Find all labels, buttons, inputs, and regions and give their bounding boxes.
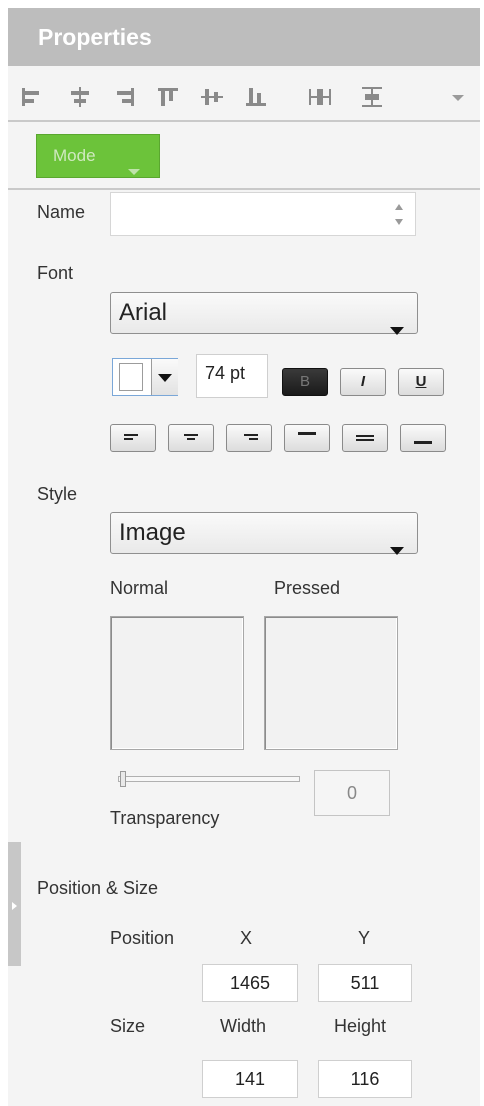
- position-x-value: 1465: [229, 973, 271, 993]
- font-size-input[interactable]: 74 pt: [196, 354, 268, 398]
- text-align-center-button[interactable]: [168, 424, 214, 452]
- panel-title: Properties: [8, 8, 480, 66]
- position-label: Position: [110, 928, 175, 948]
- size-width-input[interactable]: 141: [202, 1060, 298, 1098]
- name-field[interactable]: [110, 192, 416, 236]
- text-align-left-button[interactable]: [110, 424, 156, 452]
- transparency-value: 0: [314, 770, 390, 816]
- valign-bottom-icon: [414, 441, 432, 444]
- transparency-label: Transparency: [110, 808, 220, 828]
- distribute-v-icon[interactable]: [360, 86, 384, 108]
- normal-image-picker[interactable]: [110, 616, 244, 750]
- style-value: Image: [119, 519, 186, 546]
- chevron-down-icon: [151, 359, 178, 395]
- font-color-picker[interactable]: [112, 358, 178, 396]
- align-right-icon[interactable]: [112, 86, 136, 108]
- font-family-value: Arial: [119, 299, 168, 326]
- size-label: Size: [110, 1016, 146, 1036]
- align-left-icon: [124, 434, 138, 440]
- position-y-input[interactable]: 511: [318, 964, 412, 1002]
- position-x-input[interactable]: 1465: [202, 964, 298, 1002]
- transparency-slider-thumb[interactable]: [120, 771, 126, 787]
- chevron-down-icon: [127, 151, 141, 193]
- text-align-right-button[interactable]: [226, 424, 272, 452]
- italic-button[interactable]: I: [340, 368, 386, 396]
- align-center-h-icon[interactable]: [68, 86, 92, 108]
- normal-label: Normal: [110, 578, 169, 598]
- font-size-value: 74 pt: [205, 363, 246, 383]
- name-spinner[interactable]: [383, 193, 415, 235]
- position-y-value: 511: [350, 973, 380, 993]
- size-height-input[interactable]: 116: [318, 1060, 412, 1098]
- position-size-label: Position & Size: [37, 878, 159, 898]
- y-label: Y: [358, 928, 371, 948]
- height-label: Height: [334, 1016, 387, 1036]
- font-color-swatch: [119, 363, 143, 391]
- mode-button[interactable]: Mode: [36, 134, 160, 178]
- italic-label: I: [360, 373, 366, 390]
- underline-button[interactable]: U: [398, 368, 444, 396]
- transparency-value-text: 0: [346, 783, 357, 803]
- font-family-select[interactable]: Arial: [110, 292, 418, 335]
- align-top-icon[interactable]: [156, 86, 180, 108]
- mode-label: Mode: [53, 146, 96, 165]
- name-label: Name: [37, 202, 86, 222]
- align-center-icon: [184, 434, 198, 440]
- chevron-down-icon: [389, 529, 405, 569]
- size-height-value: 116: [350, 1069, 380, 1089]
- chevron-right-icon: [11, 898, 18, 916]
- text-valign-bottom-button[interactable]: [400, 424, 446, 452]
- pressed-image-picker[interactable]: [264, 616, 398, 750]
- valign-top-icon: [298, 432, 316, 435]
- font-label: Font: [37, 263, 74, 283]
- width-label: Width: [220, 1016, 267, 1036]
- mode-section: Mode: [8, 122, 480, 190]
- align-bottom-icon[interactable]: [244, 86, 268, 108]
- bold-label: B: [299, 373, 310, 390]
- align-left-icon[interactable]: [20, 86, 44, 108]
- x-label: X: [240, 928, 253, 948]
- style-label: Style: [37, 484, 78, 504]
- size-width-value: 141: [234, 1069, 266, 1089]
- bold-button[interactable]: B: [282, 368, 328, 396]
- distribute-h-icon[interactable]: [308, 86, 332, 108]
- properties-panel: Properties Mode Name Font Arial 74 pt B …: [8, 8, 480, 1106]
- text-valign-middle-button[interactable]: [342, 424, 388, 452]
- align-right-icon: [244, 434, 258, 440]
- style-select[interactable]: Image: [110, 512, 418, 555]
- underline-label: U: [415, 373, 427, 390]
- alignment-toolbar: [8, 74, 480, 122]
- transparency-slider[interactable]: [118, 776, 300, 782]
- text-valign-top-button[interactable]: [284, 424, 330, 452]
- align-middle-v-icon[interactable]: [200, 86, 224, 108]
- panel-collapse-handle[interactable]: [8, 842, 21, 966]
- chevron-down-icon[interactable]: [448, 88, 468, 108]
- valign-middle-icon: [356, 435, 374, 441]
- pressed-label: Pressed: [274, 578, 341, 598]
- chevron-down-icon: [389, 309, 405, 349]
